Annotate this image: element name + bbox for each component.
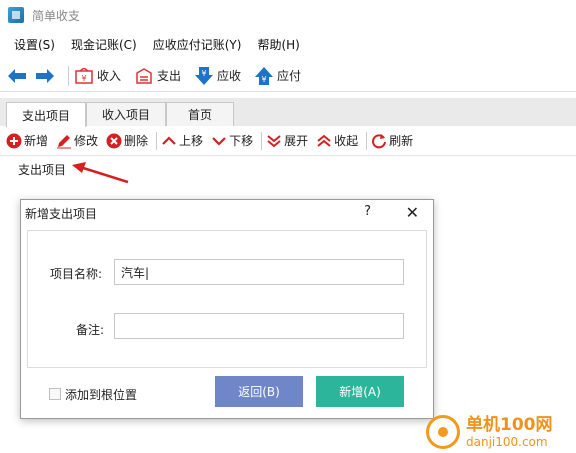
payable-label: 应付 bbox=[277, 69, 302, 83]
watermark-url: danji100.com bbox=[466, 434, 548, 449]
add-item-button[interactable]: 新增(A) bbox=[316, 376, 404, 407]
forward-arrow-icon[interactable] bbox=[34, 65, 56, 87]
dialog-footer: 添加到根位置 返回(B) 新增(A) bbox=[27, 370, 427, 416]
collapse-label: 收起 bbox=[334, 134, 359, 148]
expense-label: 支出 bbox=[157, 69, 182, 83]
dialog-form: 项目名称: 汽车| 备注: bbox=[27, 230, 427, 368]
refresh-button[interactable]: 刷新 bbox=[371, 132, 413, 149]
menu-receivable-payable[interactable]: 应收应付记账(Y) bbox=[145, 36, 250, 53]
note-input[interactable] bbox=[114, 313, 404, 339]
annotation-arrow-icon bbox=[72, 162, 129, 184]
income-label: 收入 bbox=[97, 69, 122, 83]
watermark-title: 单机100网 bbox=[466, 414, 553, 435]
double-chevron-up-icon bbox=[317, 134, 331, 147]
collapse-button[interactable]: 收起 bbox=[316, 132, 358, 149]
toolbar-divider bbox=[261, 131, 263, 150]
tab-income-items[interactable]: 收入项目 bbox=[86, 102, 166, 126]
back-button[interactable]: 返回(B) bbox=[215, 376, 303, 407]
expand-button[interactable]: 展开 bbox=[266, 132, 308, 149]
chevron-up-icon bbox=[162, 135, 176, 145]
menu-cash-bookkeeping[interactable]: 现金记账(C) bbox=[63, 36, 145, 53]
delete-label: 删除 bbox=[124, 134, 149, 148]
tab-bar: 支出项目 收入项目 首页 bbox=[0, 98, 576, 127]
svg-text:¥: ¥ bbox=[262, 75, 267, 84]
move-up-label: 上移 bbox=[179, 134, 204, 148]
expense-button[interactable]: 支出 bbox=[135, 67, 181, 84]
receivable-button[interactable]: ¥ 应收 bbox=[195, 66, 242, 85]
menu-bar: 设置(S) 现金记账(C) 应收应付记账(Y) 帮助(H) bbox=[0, 32, 576, 56]
tab-home[interactable]: 首页 bbox=[166, 102, 234, 126]
note-label: 备注: bbox=[76, 323, 105, 337]
toolbar-divider bbox=[68, 65, 69, 86]
tab-expense-items[interactable]: 支出项目 bbox=[6, 102, 86, 127]
app-icon bbox=[8, 7, 24, 23]
main-toolbar: ¥ 收入 支出 ¥ 应收 ¥ 应付 bbox=[0, 60, 576, 92]
move-up-button[interactable]: 上移 bbox=[161, 132, 203, 149]
expense-icon bbox=[136, 67, 152, 84]
new-expense-item-dialog: 新增支出项目 ? ✕ 项目名称: 汽车| 备注: 添加到根位置 返回(B) 新增… bbox=[20, 199, 434, 419]
receivable-icon: ¥ bbox=[195, 66, 214, 85]
add-button[interactable]: 新增 bbox=[6, 132, 48, 149]
item-name-input[interactable]: 汽车| bbox=[114, 259, 404, 285]
watermark-logo-icon bbox=[426, 414, 460, 449]
help-button[interactable]: ? bbox=[364, 204, 371, 219]
expand-label: 展开 bbox=[284, 134, 309, 148]
title-bar: 简单收支 bbox=[0, 0, 576, 30]
income-icon: ¥ bbox=[75, 67, 93, 84]
chevron-down-icon bbox=[212, 136, 226, 146]
delete-button[interactable]: 删除 bbox=[106, 132, 148, 149]
dialog-title: 新增支出项目 bbox=[25, 206, 98, 221]
menu-help[interactable]: 帮助(H) bbox=[249, 36, 307, 53]
svg-text:¥: ¥ bbox=[201, 69, 206, 78]
item-toolbar: 新增 修改 删除 上移 下移 展开 收起 刷新 bbox=[0, 126, 576, 156]
receivable-label: 应收 bbox=[217, 69, 242, 83]
menu-settings[interactable]: 设置(S) bbox=[6, 36, 63, 53]
pencil-icon bbox=[57, 134, 72, 148]
add-to-root-label: 添加到根位置 bbox=[65, 388, 138, 402]
toolbar-divider bbox=[366, 131, 368, 150]
refresh-icon bbox=[372, 133, 387, 148]
site-watermark: 单机100网 danji100.com bbox=[426, 410, 576, 453]
double-chevron-down-icon bbox=[267, 134, 281, 147]
back-arrow-icon[interactable] bbox=[6, 65, 28, 87]
payable-button[interactable]: ¥ 应付 bbox=[255, 66, 302, 85]
add-to-root-checkbox[interactable] bbox=[49, 388, 61, 400]
close-icon[interactable]: ✕ bbox=[406, 203, 419, 222]
delete-circle-icon bbox=[106, 133, 122, 148]
income-button[interactable]: ¥ 收入 bbox=[75, 67, 121, 84]
move-down-label: 下移 bbox=[229, 134, 254, 148]
item-name-label: 项目名称: bbox=[50, 267, 103, 281]
add-label: 新增 bbox=[24, 134, 49, 148]
payable-icon: ¥ bbox=[255, 66, 274, 85]
edit-button[interactable]: 修改 bbox=[56, 132, 98, 149]
svg-text:¥: ¥ bbox=[81, 74, 86, 83]
move-down-button[interactable]: 下移 bbox=[211, 132, 253, 149]
refresh-label: 刷新 bbox=[389, 134, 414, 148]
window-title: 简单收支 bbox=[32, 8, 81, 23]
tree-root-node[interactable]: 支出项目 bbox=[18, 161, 66, 178]
edit-label: 修改 bbox=[74, 134, 99, 148]
toolbar-divider bbox=[156, 131, 158, 150]
plus-circle-icon bbox=[6, 133, 22, 148]
